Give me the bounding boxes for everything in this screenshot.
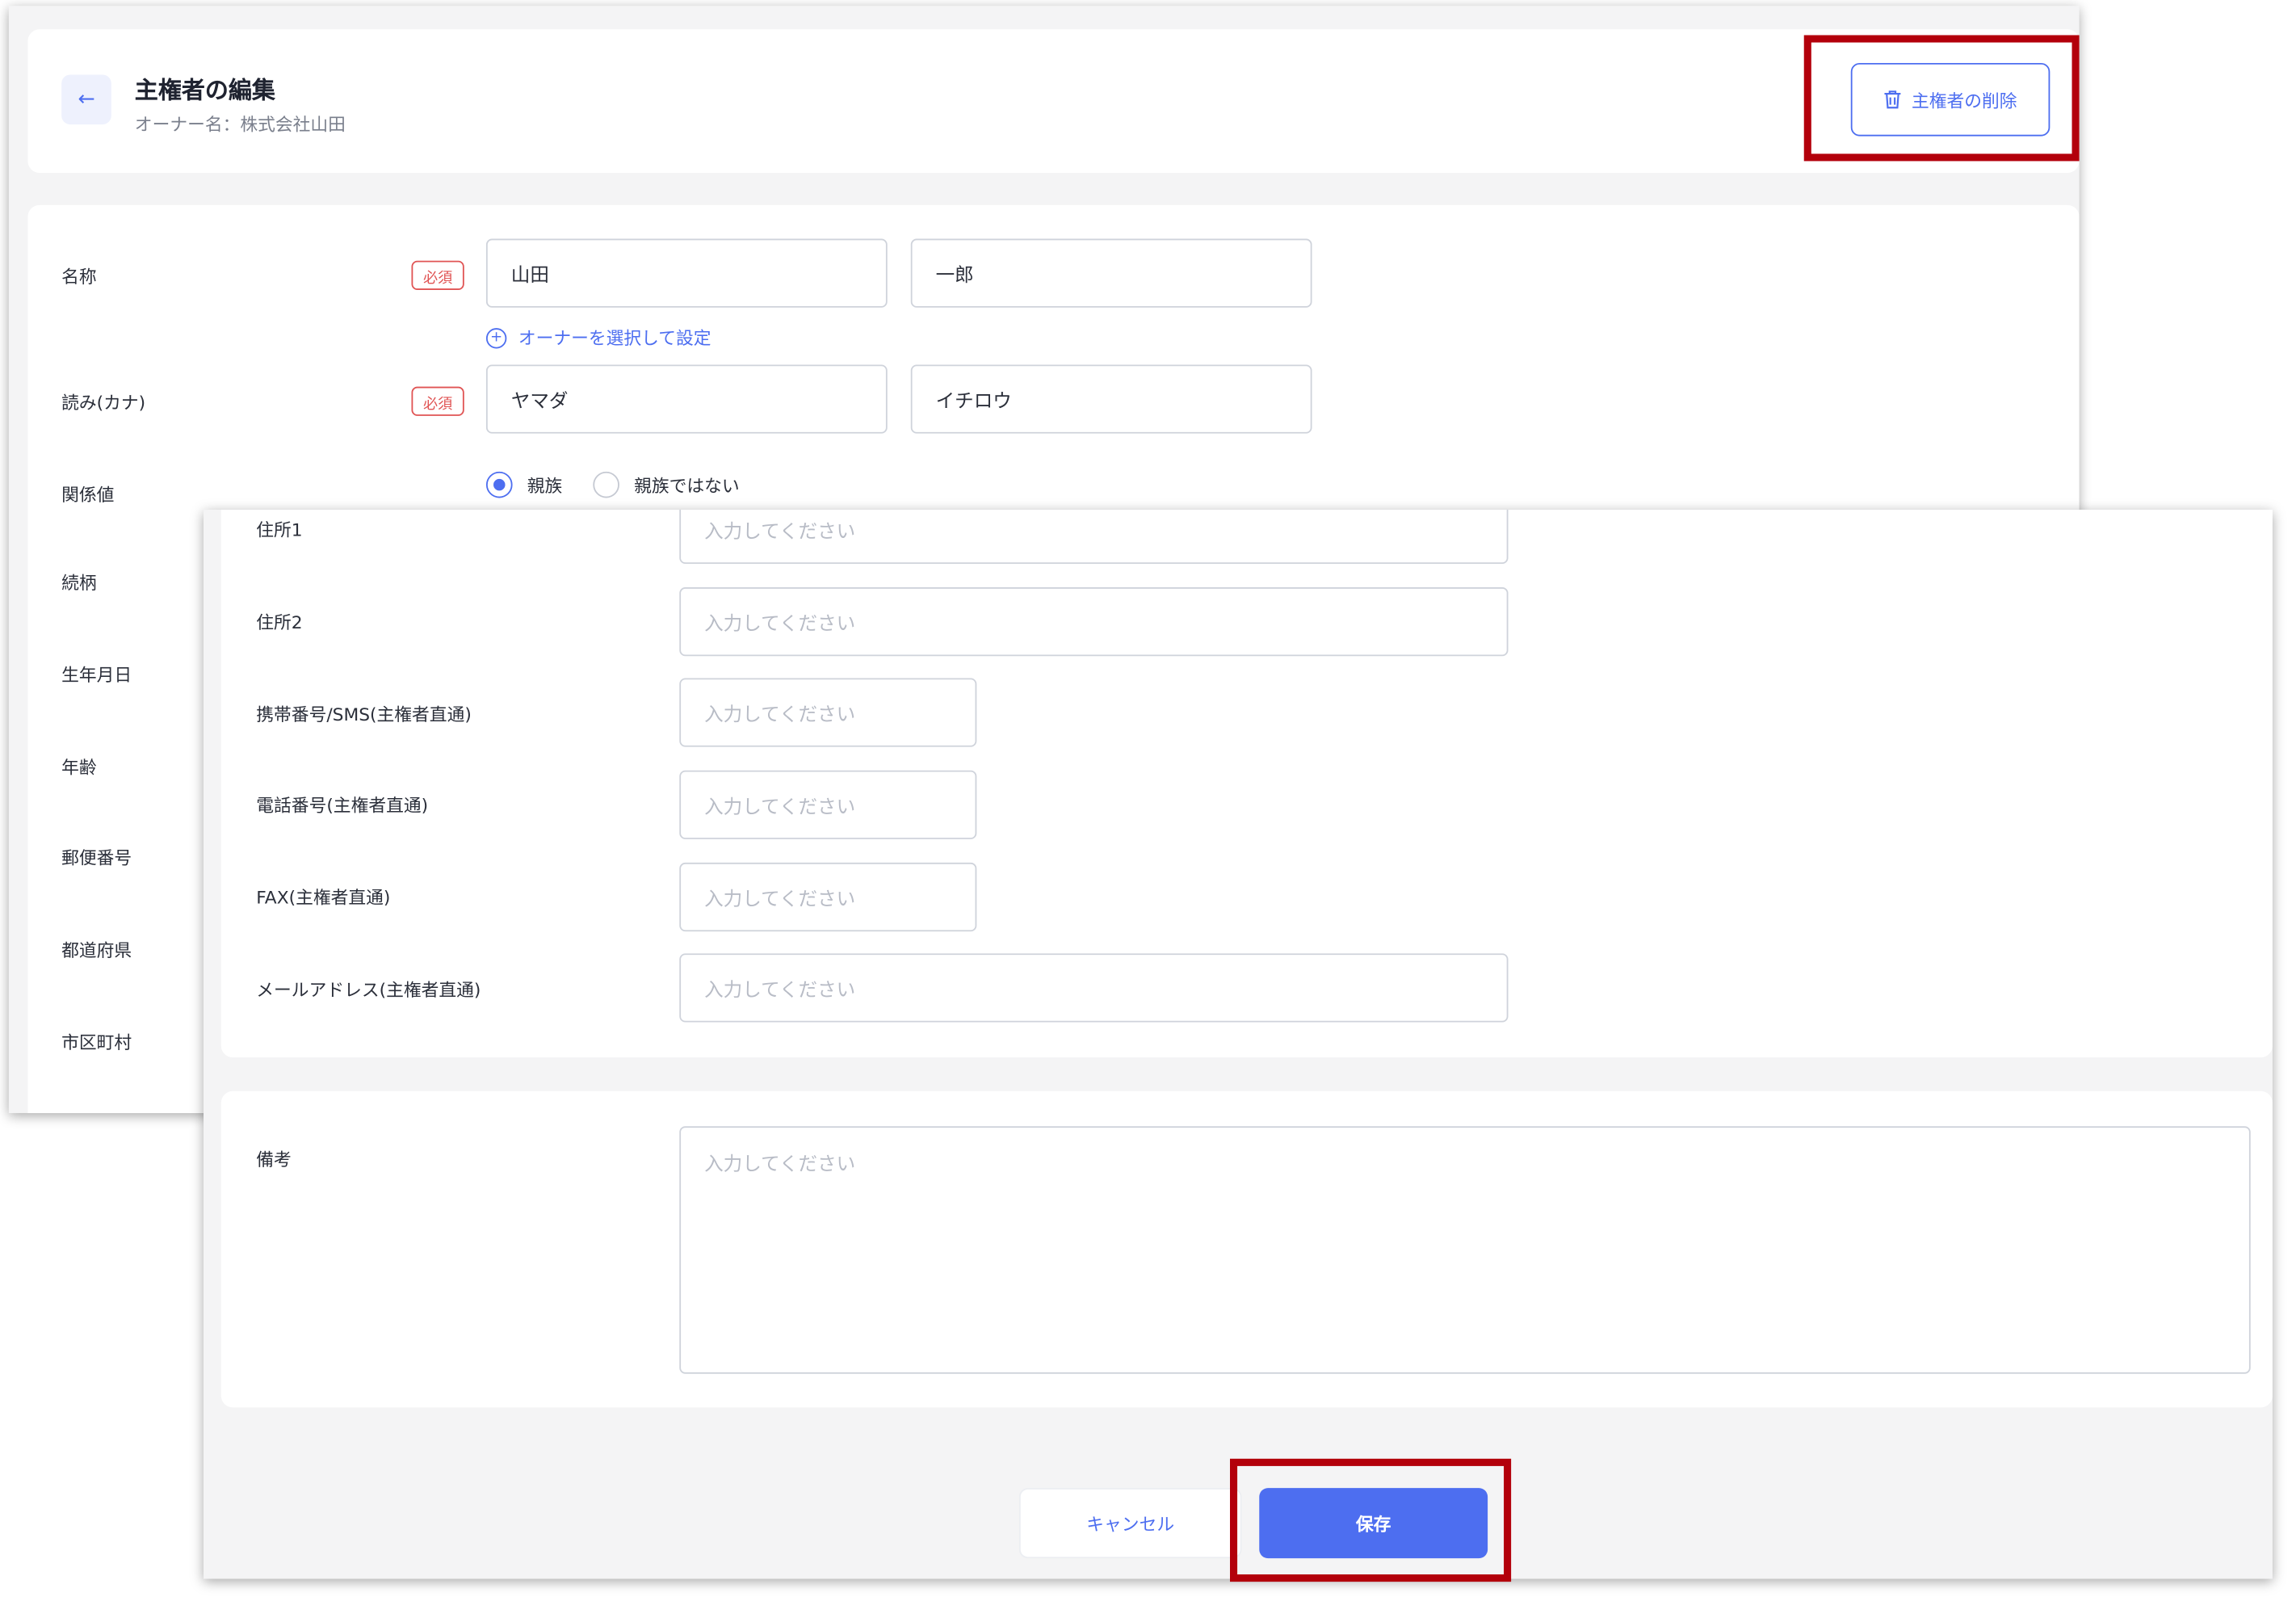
radio-relative[interactable]: 親族 [485,471,563,498]
highlight-box-delete [1803,35,2080,162]
owner-name: オーナー名：株式会社山田 [134,114,346,135]
phone-label: 電話番号(主権者直通) [256,795,429,816]
page-title: 主権者の編集 [134,76,275,104]
address2-input[interactable]: 入力してください [679,587,1509,657]
email-input[interactable]: 入力してください [679,953,1509,1023]
age-label: 年齢 [61,757,97,778]
notes-textarea[interactable]: 入力してください [679,1126,2251,1374]
required-badge: 必須 [411,260,464,290]
radio-unselected-icon [593,471,619,498]
first-name-input[interactable]: 一郎 [910,238,1312,308]
radio-relative-label: 親族 [527,475,563,496]
page-header: ← 主権者の編集 オーナー名：株式会社山田 主権者の削除 [27,29,2080,173]
back-button[interactable]: ← [61,74,111,125]
mobile-label: 携帯番号/SMS(主権者直通) [256,704,472,725]
kana-label: 読み(カナ) [61,392,146,414]
city-label: 市区町村 [61,1032,132,1053]
screenshot-canvas: ← 主権者の編集 オーナー名：株式会社山田 主権者の削除 名称 必須 山田 一郎… [0,0,2296,1601]
select-owner-label: オーナーを選択して設定 [518,328,711,349]
address1-input[interactable]: 入力してください [679,509,1509,565]
plus-circle-icon: + [485,327,507,348]
radio-selected-icon [485,471,513,498]
last-kana-input[interactable]: ヤマダ [485,364,888,434]
contact-card: 住所1 入力してください 住所2 入力してください 携帯番号/SMS(主権者直通… [220,509,2273,1058]
name-label: 名称 [61,266,97,288]
cancel-button[interactable]: キャンセル [1018,1488,1242,1559]
radio-not-relative[interactable]: 親族ではない [593,471,740,498]
fax-input[interactable]: 入力してください [679,862,977,932]
address1-label: 住所1 [256,519,303,541]
phone-input[interactable]: 入力してください [679,770,977,839]
mobile-input[interactable]: 入力してください [679,678,977,747]
notes-label: 備考 [256,1149,292,1170]
address2-label: 住所2 [256,611,303,633]
email-label: メールアドレス(主権者直通) [256,979,481,1001]
highlight-box-save [1230,1458,1512,1582]
fax-label: FAX(主権者直通) [256,887,391,909]
last-name-input[interactable]: 山田 [485,238,888,308]
arrow-left-icon: ← [78,87,95,111]
notes-card: 備考 入力してください [220,1090,2273,1408]
postal-code-label: 郵便番号 [61,847,132,869]
first-kana-input[interactable]: イチロウ [910,364,1312,434]
relationship-label: 続柄 [61,572,97,594]
relation-label: 関係値 [61,485,115,506]
birthdate-label: 生年月日 [61,665,132,686]
edit-window-bottom: 住所1 入力してください 住所2 入力してください 携帯番号/SMS(主権者直通… [204,509,2273,1579]
select-owner-link[interactable]: + オーナーを選択して設定 [485,326,711,351]
prefecture-label: 都道府県 [61,940,132,961]
required-badge: 必須 [411,386,464,416]
radio-not-relative-label: 親族ではない [634,475,740,496]
